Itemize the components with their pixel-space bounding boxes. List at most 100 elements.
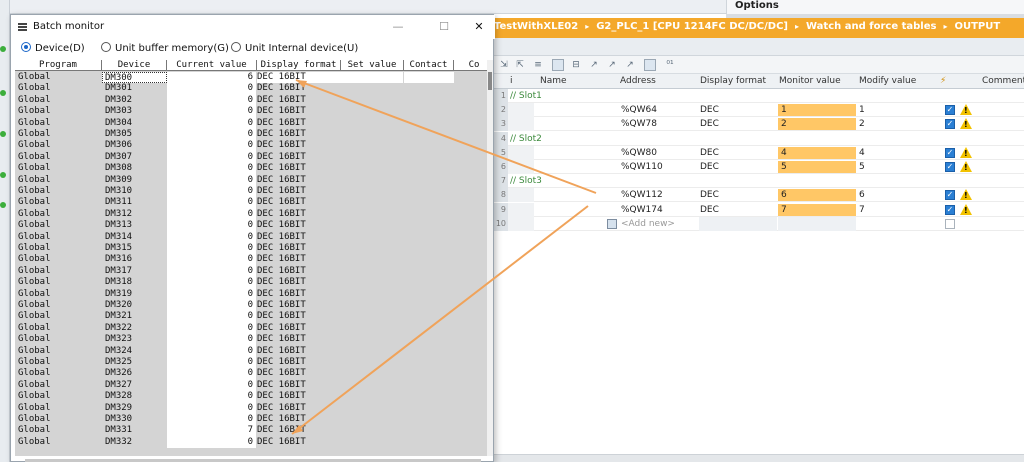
set-value-cell[interactable] (341, 437, 403, 448)
watch-table-row[interactable]: 6 %QW110 DEC 5 5 ✓ (494, 160, 1024, 174)
set-value-cell[interactable] (341, 118, 403, 129)
table-row[interactable]: Global DM315 0 DEC 16BIT (15, 243, 487, 255)
add-new-placeholder[interactable]: <Add new> (621, 217, 675, 231)
set-value-cell[interactable] (341, 311, 403, 322)
checked-checkbox-icon[interactable]: ✓ (945, 162, 955, 172)
display-format-cell[interactable]: DEC 16BIT (257, 380, 341, 391)
device-cell[interactable]: DM316 (105, 254, 165, 265)
device-cell[interactable]: DM324 (105, 346, 165, 357)
monitor-all-icon[interactable] (552, 59, 564, 71)
address-cell[interactable]: %QW174 (621, 203, 663, 217)
set-value-cell[interactable] (341, 209, 403, 220)
table-row[interactable]: Global DM313 0 DEC 16BIT (15, 220, 487, 232)
device-cell[interactable]: DM301 (105, 83, 165, 94)
watch-table-scrollbar[interactable] (494, 454, 1024, 462)
set-value-cell[interactable] (341, 277, 403, 288)
set-value-cell[interactable] (341, 175, 403, 186)
checked-checkbox-icon[interactable]: ✓ (945, 147, 955, 158)
display-format-cell[interactable]: DEC 16BIT (257, 425, 341, 436)
set-value-cell[interactable] (341, 106, 403, 117)
display-format-column-header[interactable]: Display format (257, 60, 341, 71)
display-format-cell[interactable]: DEC 16BIT (257, 277, 341, 288)
display-format-cell[interactable]: DEC (700, 160, 719, 174)
display-format-cell[interactable]: DEC 16BIT (257, 300, 341, 311)
device-cell[interactable]: DM303 (105, 106, 165, 117)
display-format-cell[interactable]: DEC 16BIT (257, 175, 341, 186)
set-value-cell[interactable] (341, 357, 403, 368)
breadcrumb-item[interactable]: TestWithXLE02 (494, 21, 578, 32)
display-format-cell[interactable]: DEC 16BIT (257, 232, 341, 243)
device-cell[interactable]: DM322 (105, 323, 165, 334)
device-cell[interactable]: DM323 (105, 334, 165, 345)
watch-table-row[interactable]: 10 <Add new> (494, 216, 1024, 231)
comment-column-header[interactable]: Co (454, 60, 487, 71)
table-row[interactable]: Global DM310 0 DEC 16BIT (15, 186, 487, 198)
table-row[interactable]: Global DM302 0 DEC 16BIT (15, 94, 487, 107)
set-value-column-header[interactable]: Set value (341, 60, 404, 71)
modify-value-cell[interactable]: 2 (859, 117, 937, 131)
device-cell[interactable]: DM325 (105, 357, 165, 368)
device-cell[interactable]: DM329 (105, 403, 165, 414)
checked-checkbox-icon[interactable]: ✓ (945, 105, 955, 116)
set-value-cell[interactable] (341, 163, 403, 174)
display-format-cell[interactable]: DEC 16BIT (257, 254, 341, 265)
current-value-column-header[interactable]: Current value (167, 60, 257, 71)
display-format-cell[interactable]: DEC 16BIT (257, 346, 341, 357)
address-cell[interactable]: %QW78 (621, 117, 657, 131)
modify-now-icon[interactable]: ↗ (588, 59, 600, 71)
table-row[interactable]: Global DM303 0 DEC 16BIT (15, 106, 487, 118)
set-value-cell[interactable] (341, 220, 403, 231)
watch-table-row[interactable]: 9 %QW174 DEC 7 7 ✓ (494, 202, 1024, 217)
address-cell[interactable]: %QW112 (621, 188, 663, 202)
show-columns-icon[interactable] (644, 59, 656, 71)
checked-checkbox-icon[interactable]: ✓ (945, 190, 955, 201)
table-row[interactable]: Global DM314 0 DEC 16BIT (15, 231, 487, 243)
table-row[interactable]: Global DM307 0 DEC 16BIT (15, 151, 487, 164)
set-value-cell[interactable] (341, 289, 403, 300)
display-format-cell[interactable]: DEC 16BIT (257, 140, 341, 151)
device-cell[interactable]: DM309 (105, 175, 165, 186)
insert-row-icon[interactable]: ⇲ (498, 59, 510, 71)
set-value-cell[interactable] (341, 346, 403, 357)
display-format-cell[interactable]: DEC 16BIT (257, 220, 341, 231)
watch-table-row[interactable]: 4// Slot2 (494, 131, 1024, 146)
display-format-cell[interactable]: DEC (700, 188, 719, 202)
device-cell[interactable]: DM319 (105, 289, 165, 300)
display-format-cell[interactable]: DEC 16BIT (257, 357, 341, 368)
modify-value-cell[interactable]: 7 (859, 203, 937, 217)
set-value-cell[interactable] (341, 72, 403, 84)
display-format-cell[interactable]: DEC (700, 103, 719, 117)
table-row[interactable]: Global DM322 0 DEC 16BIT (15, 322, 487, 335)
breadcrumb-item[interactable]: G2_PLC_1 [CPU 1214FC DC/DC/DC] (596, 21, 788, 32)
table-row[interactable]: Global DM332 0 DEC 16BIT (15, 436, 487, 449)
modify-value-cell[interactable]: 1 (859, 103, 937, 117)
set-value-cell[interactable] (341, 403, 403, 414)
set-value-cell[interactable] (341, 380, 403, 391)
display-format-cell[interactable]: DEC 16BIT (257, 163, 341, 174)
set-value-cell[interactable] (341, 425, 403, 436)
watch-table-row[interactable]: 2 %QW64 DEC 1 1 ✓ (494, 103, 1024, 118)
display-format-cell[interactable]: DEC (700, 203, 719, 217)
set-value-cell[interactable] (341, 323, 403, 334)
set-value-cell[interactable] (341, 83, 403, 94)
table-row[interactable]: Global DM323 0 DEC 16BIT (15, 334, 487, 346)
display-format-cell[interactable]: DEC (700, 117, 719, 131)
maximize-button[interactable]: ☐ (431, 18, 457, 36)
table-row[interactable]: Global DM320 0 DEC 16BIT (15, 300, 487, 312)
name-cell[interactable] (508, 145, 534, 160)
device-cell[interactable]: DM308 (105, 163, 165, 174)
set-value-cell[interactable] (341, 300, 403, 311)
set-value-cell[interactable] (341, 186, 403, 197)
set-value-cell[interactable] (341, 232, 403, 243)
device-cell[interactable]: DM331 (105, 425, 165, 436)
device-cell[interactable]: DM321 (105, 311, 165, 322)
minimize-button[interactable]: — (385, 18, 411, 36)
table-row[interactable]: Global DM312 0 DEC 16BIT (15, 208, 487, 221)
device-cell[interactable]: DM328 (105, 391, 165, 402)
table-row[interactable]: Global DM324 0 DEC 16BIT (15, 345, 487, 357)
device-cell[interactable]: DM317 (105, 266, 165, 277)
add-row-icon[interactable]: ⇱ (514, 59, 526, 71)
set-value-cell[interactable] (341, 254, 403, 265)
watch-table-row[interactable]: 7// Slot3 (494, 174, 1024, 189)
table-row[interactable]: Global DM304 0 DEC 16BIT (15, 117, 487, 129)
